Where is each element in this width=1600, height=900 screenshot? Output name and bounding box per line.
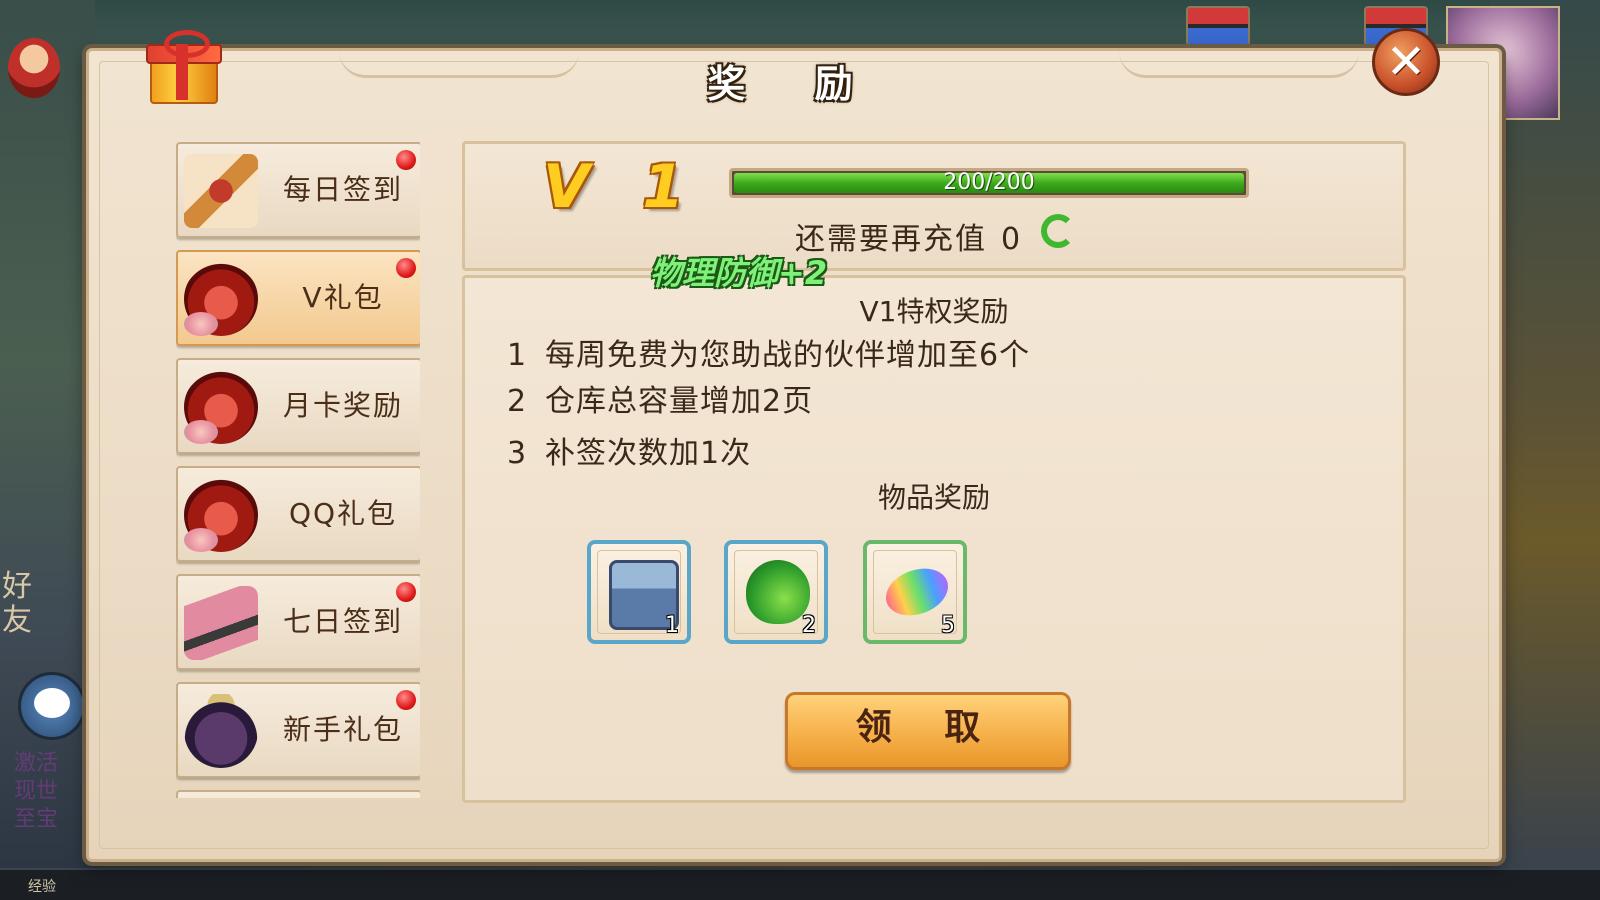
friends-tab[interactable]: 好友 <box>2 570 42 638</box>
notification-dot <box>396 258 416 278</box>
chat-bubble-icon[interactable] <box>18 672 86 740</box>
item-count: 5 <box>941 613 955 638</box>
close-button[interactable]: ✕ <box>1372 28 1440 96</box>
privilege-line: 1 每周免费为您助战的伙伴增加至6个 <box>507 330 1030 374</box>
sidebar-item-daily-checkin[interactable]: 每日签到 <box>176 142 420 238</box>
gourd-icon <box>746 560 810 624</box>
privilege-line: 3 补签次数加1次 <box>507 428 751 472</box>
gift-box-icon <box>146 30 222 104</box>
bag-icon <box>184 694 258 768</box>
pot-icon <box>184 370 258 444</box>
reward-item-slot[interactable]: 1 <box>587 540 691 644</box>
recharge-value: 0 <box>1001 222 1023 257</box>
vip-status-panel: V 1 200/200 还需要再充值 0 <box>462 141 1406 271</box>
dialog-title: 奖 励 <box>707 62 881 106</box>
exp-label: 经验 <box>28 879 56 895</box>
privilege-number: 1 <box>507 338 528 373</box>
chat-line: 现世 <box>14 779 59 804</box>
sidebar-item-more[interactable] <box>176 790 420 798</box>
sidebar-item-monthly-card[interactable]: 月卡奖励 <box>176 358 420 454</box>
exp-bar: 经验 <box>0 868 1600 900</box>
recharge-remaining: 还需要再充值 0 <box>795 214 1022 258</box>
privilege-title: V1特权奖励 <box>859 295 1009 328</box>
sidebar-item-newbie-gift[interactable]: 新手礼包 <box>176 682 420 778</box>
pot-icon <box>184 262 258 336</box>
privilege-text: 仓库总容量增加2页 <box>545 384 814 419</box>
game-world-top <box>0 0 1600 48</box>
chat-line: 至宝 <box>14 807 59 832</box>
notification-dot <box>396 582 416 602</box>
sidebar-item-v-gift[interactable]: V礼包 <box>176 250 420 346</box>
privilege-text: 每周免费为您助战的伙伴增加至6个 <box>545 338 1031 373</box>
reward-panel: V1特权奖励 1 每周免费为您助战的伙伴增加至6个 2 仓库总容量增加2页 3 补签次… <box>462 275 1406 803</box>
chat-line: 激活 <box>14 751 59 776</box>
scroll-icon <box>184 154 258 228</box>
close-icon: ✕ <box>1385 34 1427 90</box>
sidebar-item-label: 月卡奖励 <box>282 389 403 422</box>
roll-icon <box>184 586 258 660</box>
reward-item-slot[interactable]: 5 <box>863 540 967 644</box>
chat-log: 激活 现世 至宝 <box>14 750 84 870</box>
reward-item-slot[interactable]: 2 <box>724 540 828 644</box>
game-world-right <box>1490 0 1600 900</box>
item-count: 2 <box>802 613 816 638</box>
reward-category-sidebar[interactable]: 每日签到 V礼包 月卡奖励 QQ礼包 七日签到 新手礼包 <box>176 142 420 798</box>
privilege-text: 补签次数加1次 <box>545 436 752 471</box>
privilege-number: 3 <box>507 436 528 471</box>
claim-button[interactable]: 领 取 <box>785 692 1071 770</box>
mascot-avatar-icon[interactable] <box>8 38 60 98</box>
sidebar-item-seven-day-checkin[interactable]: 七日签到 <box>176 574 420 670</box>
pot-icon <box>184 478 258 552</box>
floating-buff-text: 物理防御+2 <box>650 254 828 292</box>
notification-dot <box>396 690 416 710</box>
vip-level-badge: V 1 <box>543 152 701 222</box>
item-count: 1 <box>665 613 679 638</box>
ally-hp-bar <box>1186 6 1250 46</box>
sidebar-item-label: QQ礼包 <box>288 497 398 530</box>
privilege-line: 2 仓库总容量增加2页 <box>507 376 813 420</box>
vip-progress-bar: 200/200 <box>729 168 1249 198</box>
items-reward-title: 物品奖励 <box>877 481 990 514</box>
refresh-icon[interactable] <box>1041 214 1075 248</box>
sidebar-item-qq-gift[interactable]: QQ礼包 <box>176 466 420 562</box>
notification-dot <box>396 150 416 170</box>
progress-text: 200/200 <box>943 170 1035 195</box>
privilege-number: 2 <box>507 384 528 419</box>
